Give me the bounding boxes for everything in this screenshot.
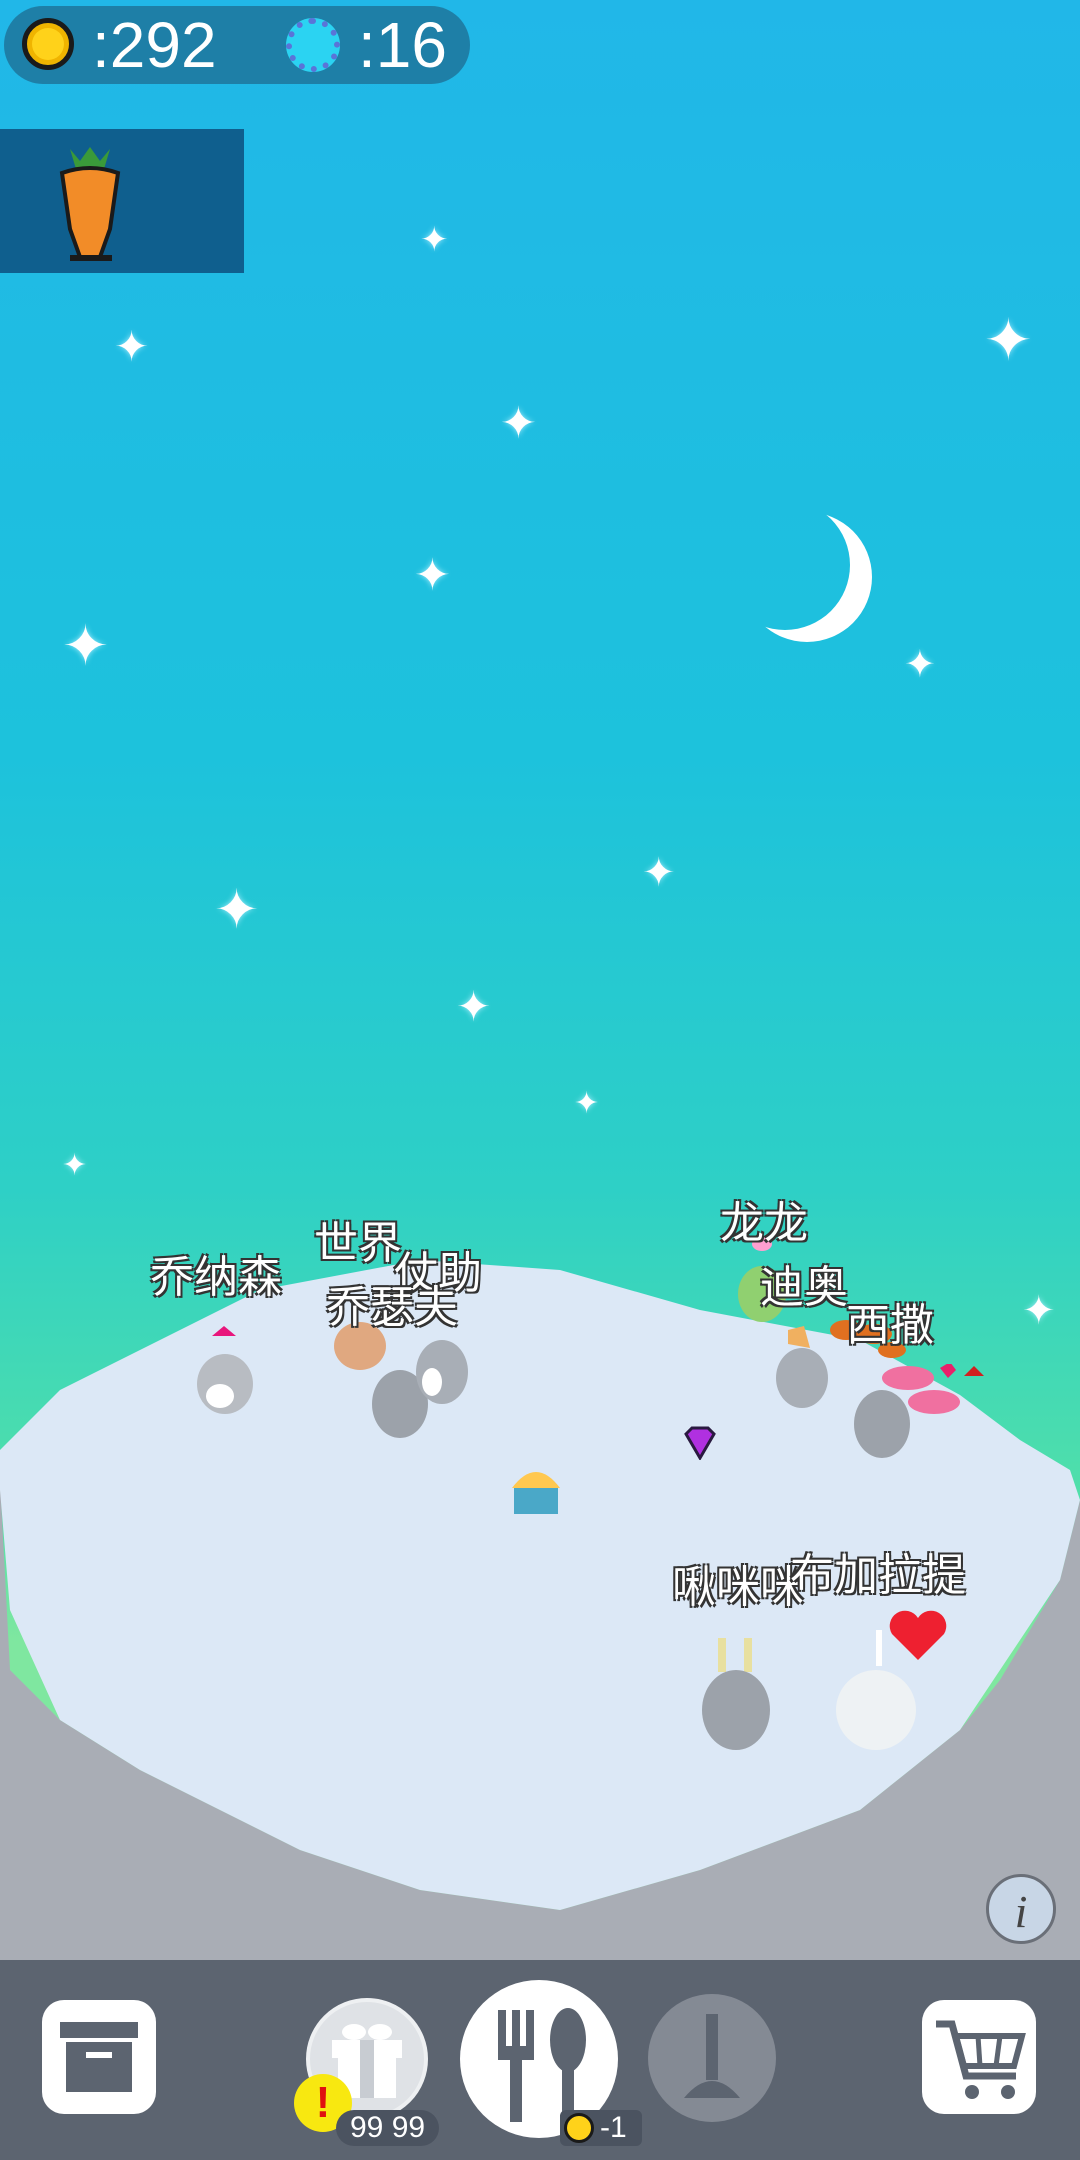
star-icon: ✦ [62,614,109,679]
star-icon: ✦ [414,550,451,601]
clean-button[interactable] [648,1994,776,2122]
bunny-sprite[interactable] [770,1326,834,1410]
shopping-cart-icon [936,2020,1026,2099]
star-icon: ✦ [456,982,492,1031]
star-icon: ✦ [114,322,150,371]
bunny-sprite[interactable] [410,1326,474,1406]
storage-button[interactable] [42,2000,156,2114]
bunny-name-label: 布加拉提 [790,1550,966,1601]
gold-coin-icon [22,18,74,70]
star-icon: ✦ [62,1148,88,1183]
bunny-name-label: 迪奥 [760,1262,848,1313]
star-icon: ✦ [500,398,537,449]
crescent-moon-icon [720,500,850,630]
bunny-name-label: 乔瑟夫 [326,1282,458,1333]
star-icon: ✦ [984,306,1033,374]
gold-coin-icon [564,2113,594,2143]
bottom-toolbar: ! 99 99 -1 [0,1960,1080,2160]
bunny-name-label: 啾咪咪 [672,1562,804,1613]
info-button[interactable]: i [986,1874,1056,1944]
heart-icon [889,1610,947,1660]
bunny-sprite[interactable] [190,1326,260,1416]
gift-count: 99 99 [336,2110,440,2146]
star-icon: ✦ [214,878,260,941]
pink-bowl-icon [882,1364,984,1414]
carrot-icon [59,147,121,261]
star-icon: ✦ [420,220,449,260]
storage-box-icon [60,2022,138,2092]
gem-count: :16 [358,9,447,81]
bunny-name-label: 龙龙 [720,1198,808,1249]
bunny-sprite[interactable] [696,1634,776,1754]
purple-gem-icon[interactable] [682,1426,718,1460]
blue-gem-icon [286,18,340,72]
food-bowl-icon[interactable] [508,1460,564,1516]
plunger-icon [684,2014,740,2098]
star-icon: ✦ [642,850,676,896]
bunny-name-label: 西撒 [846,1300,934,1351]
feed-cost: -1 [600,2111,627,2144]
star-icon: ✦ [574,1086,600,1121]
bunny-name-label: 乔纳森 [150,1252,282,1303]
feed-cost-badge: -1 [560,2110,642,2146]
selected-item-slot[interactable] [0,129,244,273]
coin-count: :292 [92,9,217,81]
currency-bar: :292 :16 [4,6,470,84]
shop-button[interactable] [922,2000,1036,2114]
star-icon: ✦ [904,642,936,686]
bunny-name-label: 世界 [314,1218,402,1269]
